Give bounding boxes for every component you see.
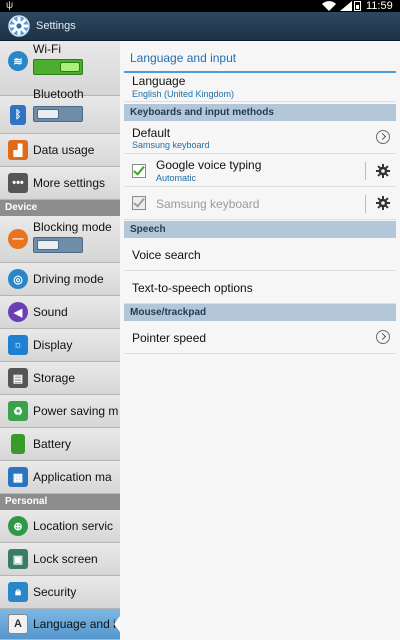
bluetooth-icon: ᛒ <box>10 105 26 125</box>
default-label: Default <box>132 126 171 140</box>
voice-search-label: Voice search <box>132 248 201 262</box>
more-settings-icon: ••• <box>8 173 28 193</box>
security-icon: 🔒︎ <box>8 582 28 602</box>
application-manager-icon: ▦ <box>8 467 28 487</box>
sidebar-item-power-saving[interactable]: ♻ Power saving m <box>0 395 120 428</box>
sidebar-item-language-and-input[interactable]: A Language and i <box>0 609 120 640</box>
action-bar-title: Settings <box>36 20 76 32</box>
google-voice-typing-value: Automatic <box>156 173 197 183</box>
sidebar-item-bluetooth[interactable]: ᛒ Bluetooth <box>0 87 120 134</box>
sidebar-item-label: Display <box>33 338 73 352</box>
sidebar-item-label: Wi-Fi <box>33 42 61 56</box>
wifi-toggle[interactable] <box>33 59 83 75</box>
location-icon: ⊕ <box>8 516 28 536</box>
blocking-mode-icon: — <box>8 229 28 249</box>
gear-icon[interactable] <box>376 196 390 210</box>
sidebar-item-battery[interactable]: Battery <box>0 428 120 461</box>
section-keyboards-and-input-methods: Keyboards and input methods <box>124 104 396 121</box>
clock: 11:59 <box>366 0 393 12</box>
voice-search-row[interactable]: Voice search <box>124 238 396 271</box>
sidebar-item-lock-screen[interactable]: ▣ Lock screen <box>0 543 120 576</box>
sidebar-item-label: Security <box>33 585 77 599</box>
lock-screen-icon: ▣ <box>8 549 28 569</box>
sidebar-header-personal: Personal <box>0 494 120 510</box>
sidebar-item-label: More settings <box>33 176 106 190</box>
sidebar-item-storage[interactable]: ▤ Storage <box>0 362 120 395</box>
battery-status-icon <box>354 1 361 11</box>
sidebar-item-label: Driving mode <box>33 272 104 286</box>
gear-icon[interactable] <box>376 164 390 178</box>
blocking-mode-toggle[interactable] <box>33 237 83 253</box>
sidebar-item-label: Storage <box>33 371 76 385</box>
default-keyboard-row[interactable]: Default Samsung keyboard <box>124 121 396 154</box>
sidebar-header-device: Device <box>0 200 120 216</box>
sidebar-item-label: Data usage <box>33 143 95 157</box>
text-to-speech-row[interactable]: Text-to-speech options <box>124 271 396 304</box>
language-value: English (United Kingdom) <box>132 89 235 99</box>
settings-sidebar[interactable]: ≋ Wi-Fi ᛒ Bluetooth ▟ Data usage ••• Mor… <box>0 41 120 640</box>
storage-icon: ▤ <box>8 368 28 388</box>
sidebar-item-more-settings[interactable]: ••• More settings <box>0 167 120 200</box>
power-saving-icon: ♻ <box>8 401 28 421</box>
language-row[interactable]: Language English (United Kingdom) <box>124 72 396 102</box>
sidebar-item-label: Application ma <box>33 470 112 484</box>
pointer-speed-row[interactable]: Pointer speed <box>124 321 396 354</box>
signal-icon <box>340 1 352 11</box>
sidebar-item-label: Sound <box>33 305 68 319</box>
wifi-status-icon <box>322 1 336 11</box>
sidebar-item-sound[interactable]: ◀ Sound <box>0 296 120 329</box>
language-label: Language <box>132 74 186 88</box>
samsung-keyboard-label: Samsung keyboard <box>156 197 260 211</box>
language-icon: A <box>8 614 28 634</box>
driving-mode-icon: ◎ <box>8 269 28 289</box>
sidebar-item-label: Location servic <box>33 519 114 533</box>
sidebar-item-data-usage[interactable]: ▟ Data usage <box>0 134 120 167</box>
sidebar-item-label: Battery <box>33 437 72 451</box>
language-and-input-panel: Language and input Language English (Uni… <box>120 41 400 640</box>
wifi-icon: ≋ <box>8 51 28 71</box>
status-bar: ψ 11:59 <box>0 0 400 12</box>
sidebar-item-label: Bluetooth <box>33 87 84 101</box>
sidebar-item-location-services[interactable]: ⊕ Location servic <box>0 510 120 543</box>
pointer-speed-label: Pointer speed <box>132 331 207 345</box>
sidebar-item-driving-mode[interactable]: ◎ Driving mode <box>0 263 120 296</box>
sidebar-item-label: Blocking mode <box>33 220 112 234</box>
sidebar-item-label: Power saving m <box>33 404 118 418</box>
samsung-keyboard-checkbox[interactable] <box>132 195 146 210</box>
divider <box>365 162 366 180</box>
sidebar-item-application-manager[interactable]: ▦ Application ma <box>0 461 120 494</box>
default-value: Samsung keyboard <box>132 140 210 150</box>
samsung-keyboard-row[interactable]: Samsung keyboard <box>124 187 396 220</box>
sound-icon: ◀ <box>8 302 28 322</box>
sidebar-item-label: Lock screen <box>33 552 98 566</box>
action-bar: Settings <box>0 12 400 41</box>
google-voice-typing-checkbox[interactable] <box>132 163 146 178</box>
sidebar-item-display[interactable]: ☼ Display <box>0 329 120 362</box>
google-voice-typing-row[interactable]: Google voice typing Automatic <box>124 154 396 187</box>
sidebar-item-security[interactable]: 🔒︎ Security <box>0 576 120 609</box>
bluetooth-toggle[interactable] <box>33 106 83 122</box>
page-title: Language and input <box>130 51 237 65</box>
chevron-right-icon <box>376 130 390 144</box>
display-icon: ☼ <box>8 335 28 355</box>
divider <box>365 195 366 213</box>
text-to-speech-label: Text-to-speech options <box>132 281 253 295</box>
data-usage-icon: ▟ <box>8 140 28 160</box>
chevron-right-icon <box>376 330 390 344</box>
settings-gear-icon[interactable] <box>7 14 31 38</box>
usb-icon: ψ <box>6 0 14 11</box>
google-voice-typing-label: Google voice typing <box>156 158 262 172</box>
section-mouse-trackpad: Mouse/trackpad <box>124 304 396 321</box>
section-speech: Speech <box>124 221 396 238</box>
battery-icon <box>11 434 25 454</box>
sidebar-item-blocking-mode[interactable]: — Blocking mode <box>0 216 120 263</box>
sidebar-item-label: Language and i <box>33 617 116 631</box>
